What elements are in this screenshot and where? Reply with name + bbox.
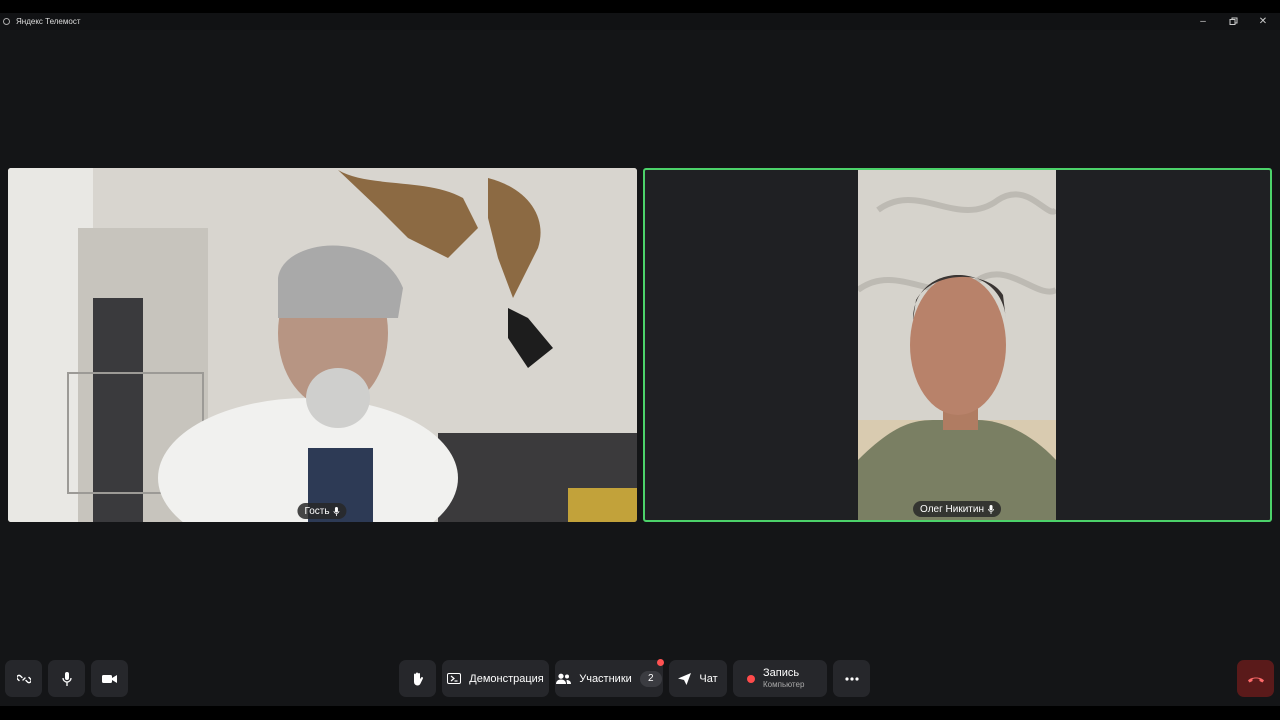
screen-share-button[interactable]: Демонстрация [442,660,549,697]
window-titlebar: Яндекс Телемост – ✕ [0,13,1280,30]
phone-hangup-icon [1247,677,1264,682]
record-text: Запись Компьютер [763,666,805,690]
guest-video-feed [8,168,637,522]
microphone-icon [61,671,72,686]
participants-icon [556,673,572,684]
participant-name-badge: Гость [297,503,347,519]
call-toolbar: Демонстрация Участники 2 Чат Запись Комп… [0,656,1280,700]
link-icon [16,674,31,683]
app-icon [3,18,10,25]
raise-hand-icon [414,672,423,685]
window-title: Яндекс Телемост [16,17,81,26]
participant-name: Олег Никитин [920,503,984,515]
end-call-button[interactable] [1237,660,1274,697]
screen-share-icon [447,673,462,684]
chat-button[interactable]: Чат [669,660,727,697]
maximize-button[interactable] [1218,13,1248,30]
record-icon [747,674,755,683]
participant-name: Гость [304,505,330,517]
copy-link-button[interactable] [5,660,42,697]
close-icon: ✕ [1258,16,1268,27]
minimize-icon: – [1200,16,1206,27]
letterbox-bottom [0,706,1280,720]
record-button[interactable]: Запись Компьютер [733,660,827,697]
notification-dot [657,659,664,666]
restore-icon [1229,17,1237,25]
close-button[interactable]: ✕ [1248,13,1278,30]
microphone-icon [988,504,994,514]
screen-share-label: Демонстрация [469,672,544,685]
participants-button[interactable]: Участники 2 [555,660,663,697]
microphone-button[interactable] [48,660,85,697]
record-target: Компьютер [763,679,805,689]
more-dots-icon [844,676,859,681]
participants-count: 2 [639,670,662,687]
participants-label: Участники [579,672,632,685]
minimize-button[interactable]: – [1188,13,1218,30]
camera-button[interactable] [91,660,128,697]
microphone-icon [333,506,340,516]
video-tile-active-speaker[interactable]: Олег Никитин [643,168,1272,522]
chat-label: Чат [699,672,718,685]
letterbox-top [0,0,1280,13]
record-label: Запись [763,666,800,679]
participant-name-badge: Олег Никитин [913,501,1001,517]
raise-hand-button[interactable] [399,660,436,697]
chat-send-icon [678,672,692,685]
speaker-video-feed [858,170,1056,520]
camera-icon [102,674,117,683]
more-button[interactable] [833,660,870,697]
video-tile-guest[interactable]: Гость [8,168,637,522]
